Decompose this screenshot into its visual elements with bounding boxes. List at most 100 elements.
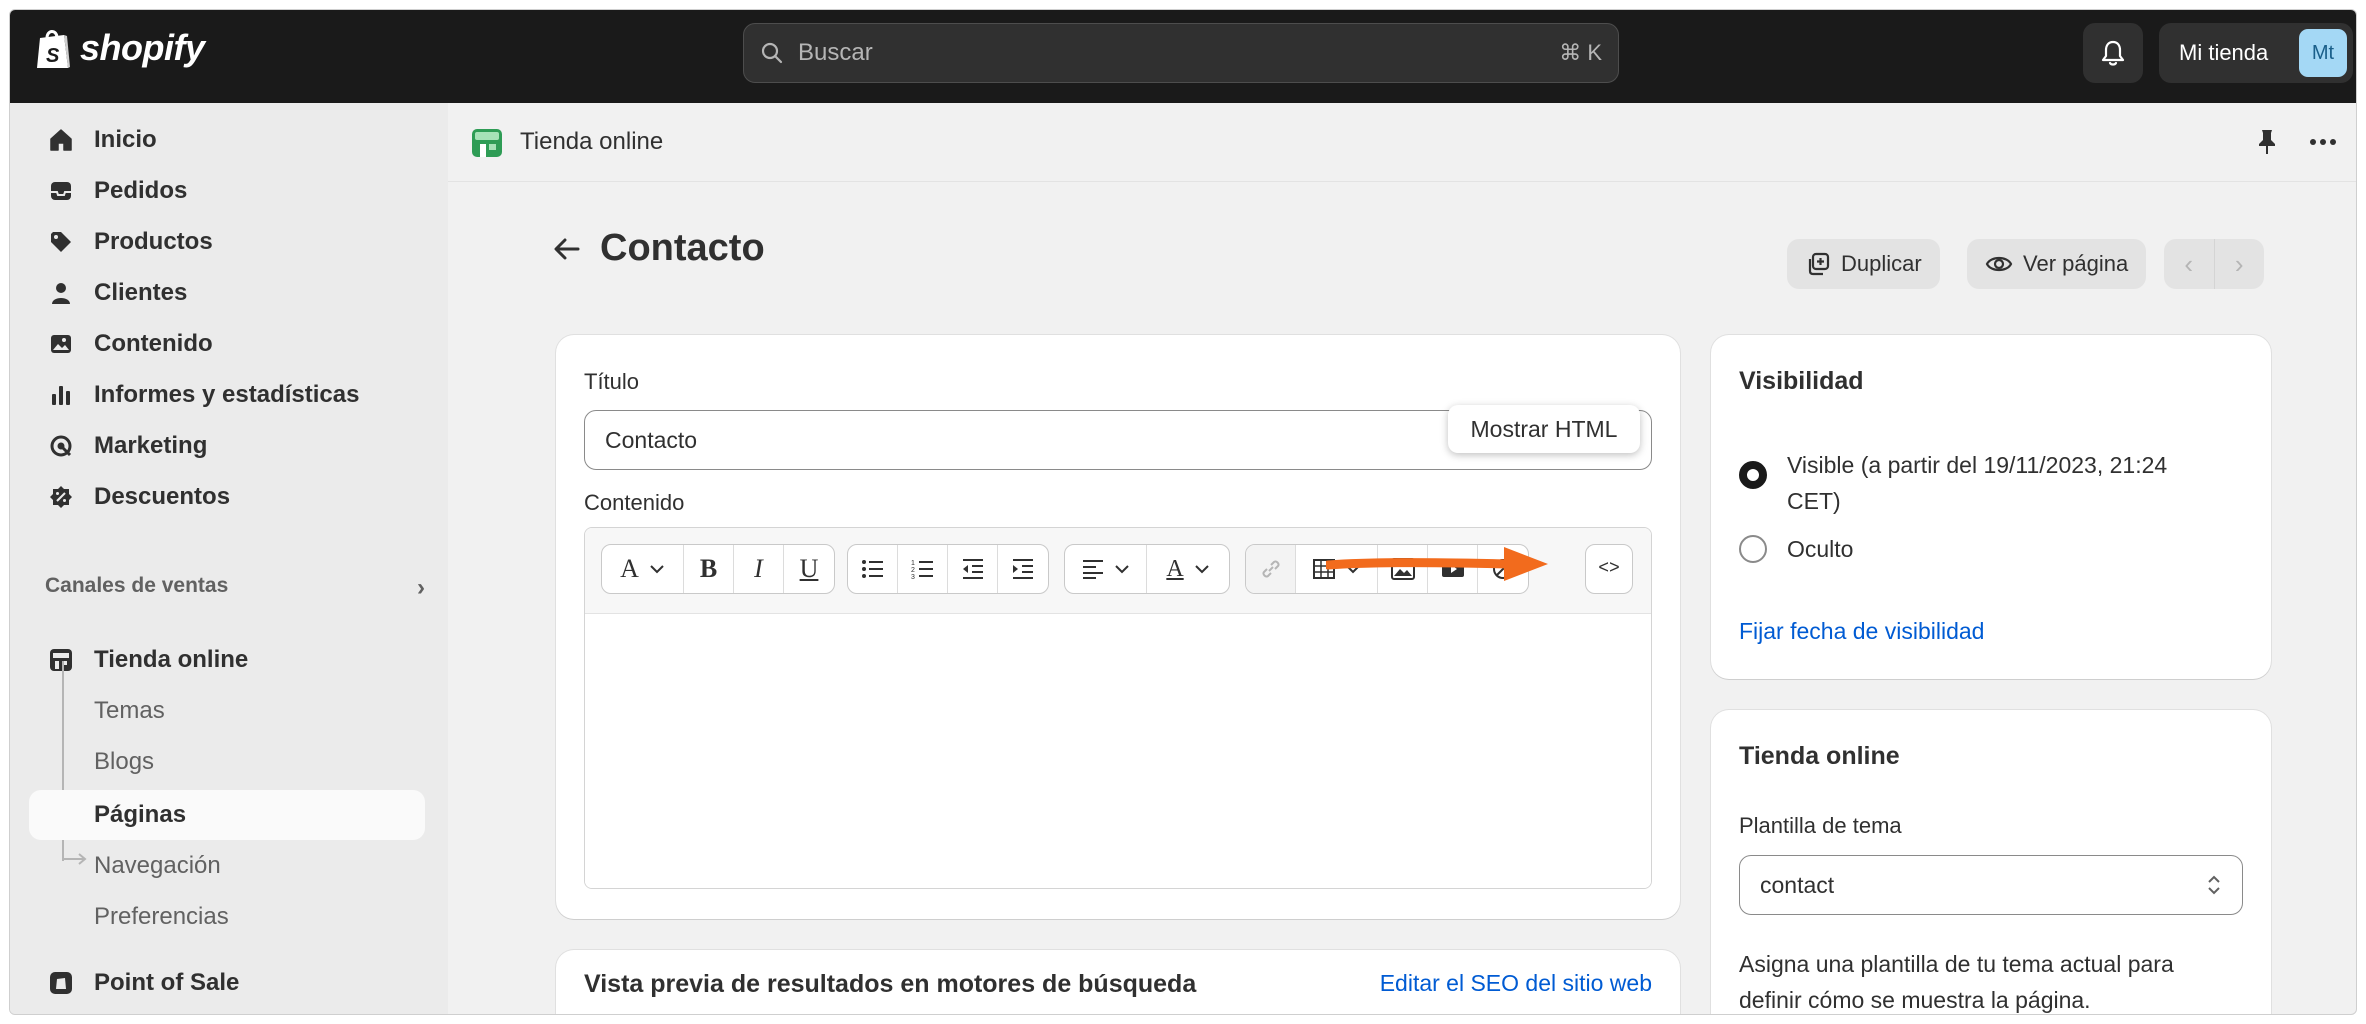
font-a-icon: A	[620, 554, 639, 583]
align-dropdown[interactable]	[1065, 545, 1147, 593]
sidebar-item-blogs[interactable]: Blogs	[29, 737, 425, 787]
template-card-title: Tienda online	[1739, 742, 1900, 770]
sidebar-item-informes[interactable]: Informes y estadísticas	[29, 370, 425, 420]
edit-seo-link[interactable]: Editar el SEO del sitio web	[1380, 970, 1652, 997]
text-color-dropdown[interactable]: A	[1147, 545, 1229, 593]
template-help-line: Asigna una plantilla de tu tema actual p…	[1739, 951, 2174, 977]
show-html-tooltip: Mostrar HTML	[1448, 405, 1640, 453]
text-format-group: A B I U	[601, 544, 835, 594]
visibility-card: Visibilidad Visible (a partir del 19/11/…	[1711, 335, 2271, 679]
sidebar-item-clientes[interactable]: Clientes	[29, 268, 425, 318]
sidebar-item-pedidos[interactable]: Pedidos	[29, 166, 425, 216]
sidebar-item-productos[interactable]: Productos	[29, 217, 425, 267]
sidebar-item-label: Descuentos	[94, 483, 231, 510]
page-header: Contacto	[552, 227, 765, 270]
pos-icon	[43, 965, 79, 1001]
person-icon	[43, 275, 79, 311]
search-icon	[761, 42, 783, 64]
hidden-option-label[interactable]: Oculto	[1787, 536, 1853, 563]
top-bar: S shopify Buscar ⌘ K Mi tienda Mt	[10, 10, 2356, 103]
underline-button[interactable]: U	[784, 545, 834, 593]
shopify-bag-icon: S	[37, 30, 70, 68]
select-arrows-icon	[2208, 875, 2220, 895]
shopify-logo[interactable]: S shopify	[34, 26, 205, 70]
image-icon	[43, 326, 79, 362]
visible-option-line: Visible (a partir del 19/11/2023, 21:24	[1787, 452, 2168, 478]
sidebar-item-preferencias[interactable]: Preferencias	[29, 892, 425, 942]
duplicate-icon	[1808, 252, 1830, 276]
more-horizontal-icon[interactable]	[2308, 127, 2338, 157]
list-group: 123	[847, 544, 1049, 594]
sidebar-item-label: Point of Sale	[94, 969, 240, 996]
insert-link-button[interactable]	[1246, 545, 1296, 593]
view-page-button[interactable]: Ver página	[1967, 239, 2147, 289]
sidebar-item-label: Temas	[94, 697, 165, 724]
visible-option-label[interactable]: Visible (a partir del 19/11/2023, 21:24 …	[1787, 447, 2167, 519]
sidebar-item-marketing[interactable]: Marketing	[29, 421, 425, 471]
outdent-button[interactable]	[948, 545, 998, 593]
app-title: Tienda online	[520, 128, 664, 155]
italic-button[interactable]: I	[734, 545, 784, 593]
page-pagination: ‹ ›	[2164, 239, 2264, 289]
sidebar-item-contenido[interactable]: Contenido	[29, 319, 425, 369]
store-menu-button[interactable]: Mi tienda Mt	[2159, 23, 2353, 83]
sidebar-item-inicio[interactable]: Inicio	[29, 115, 425, 165]
chevron-right-icon: ›	[417, 574, 425, 601]
sidebar-item-label: Pedidos	[94, 177, 188, 204]
show-html-button[interactable]: <>	[1586, 545, 1632, 593]
sidebar-item-paginas[interactable]: Páginas	[29, 790, 425, 840]
sidebar-item-point-of-sale[interactable]: Point of Sale	[29, 958, 425, 1008]
sidebar-item-label: Páginas	[94, 801, 187, 828]
app-header: Tienda online	[448, 103, 2356, 182]
sidebar-item-temas[interactable]: Temas	[29, 686, 425, 736]
outdent-icon	[962, 559, 983, 579]
annotation-arrow	[1326, 547, 1548, 581]
chevron-down-icon	[650, 565, 664, 574]
template-select[interactable]: contact	[1739, 855, 2243, 915]
search-placeholder: Buscar	[798, 39, 873, 66]
svg-text:3: 3	[911, 574, 915, 580]
bold-button[interactable]: B	[684, 545, 734, 593]
visible-radio[interactable]	[1739, 461, 1767, 489]
sales-channels-label: Canales de ventas	[45, 574, 229, 597]
bullet-list-button[interactable]	[848, 545, 898, 593]
hidden-radio[interactable]	[1739, 535, 1767, 563]
editor-body[interactable]	[585, 614, 1651, 888]
visible-option-line: CET)	[1787, 488, 1841, 514]
sidebar-item-label: Blogs	[94, 748, 155, 775]
pin-icon[interactable]	[2252, 127, 2282, 157]
text-style-dropdown[interactable]: A	[602, 545, 684, 593]
numbered-list-icon: 123	[911, 560, 933, 580]
set-visibility-date-link[interactable]: Fijar fecha de visibilidad	[1739, 618, 1984, 645]
discount-icon	[43, 479, 79, 515]
next-page-button[interactable]: ›	[2215, 239, 2265, 289]
sidebar-item-label: Inicio	[94, 126, 157, 153]
numbered-list-button[interactable]: 123	[898, 545, 948, 593]
sidebar-item-label: Productos	[94, 228, 213, 255]
home-icon	[43, 122, 79, 158]
sales-channels-header[interactable]: Canales de ventas ›	[45, 574, 425, 602]
indent-button[interactable]	[998, 545, 1048, 593]
sidebar-item-tienda-online[interactable]: Tienda online	[29, 635, 425, 685]
bar-chart-icon	[43, 377, 79, 413]
tag-icon	[43, 224, 79, 260]
online-store-app-icon	[472, 129, 502, 157]
theme-template-card: Tienda online Plantilla de tema contact …	[1711, 710, 2271, 1014]
eye-icon	[1985, 256, 2013, 272]
previous-page-button[interactable]: ‹	[2164, 239, 2215, 289]
sidebar-item-label: Navegación	[94, 852, 221, 879]
page-title: Contacto	[600, 227, 765, 269]
brand-name: shopify	[80, 27, 205, 68]
alignment-group: A	[1064, 544, 1230, 594]
seo-preview-card: Vista previa de resultados en motores de…	[556, 950, 1680, 1014]
text-color-icon: A	[1166, 555, 1184, 582]
back-arrow-icon[interactable]	[552, 234, 582, 264]
duplicate-button[interactable]: Duplicar	[1787, 239, 1940, 289]
chevron-down-icon	[1194, 565, 1209, 574]
bell-icon	[2101, 40, 2125, 66]
notifications-button[interactable]	[2083, 23, 2143, 83]
sidebar-item-descuentos[interactable]: Descuentos	[29, 472, 425, 522]
sidebar-item-label: Contenido	[94, 330, 213, 357]
search-bar[interactable]: Buscar ⌘ K	[743, 23, 1619, 83]
sidebar-item-navegacion[interactable]: Navegación	[29, 841, 425, 891]
